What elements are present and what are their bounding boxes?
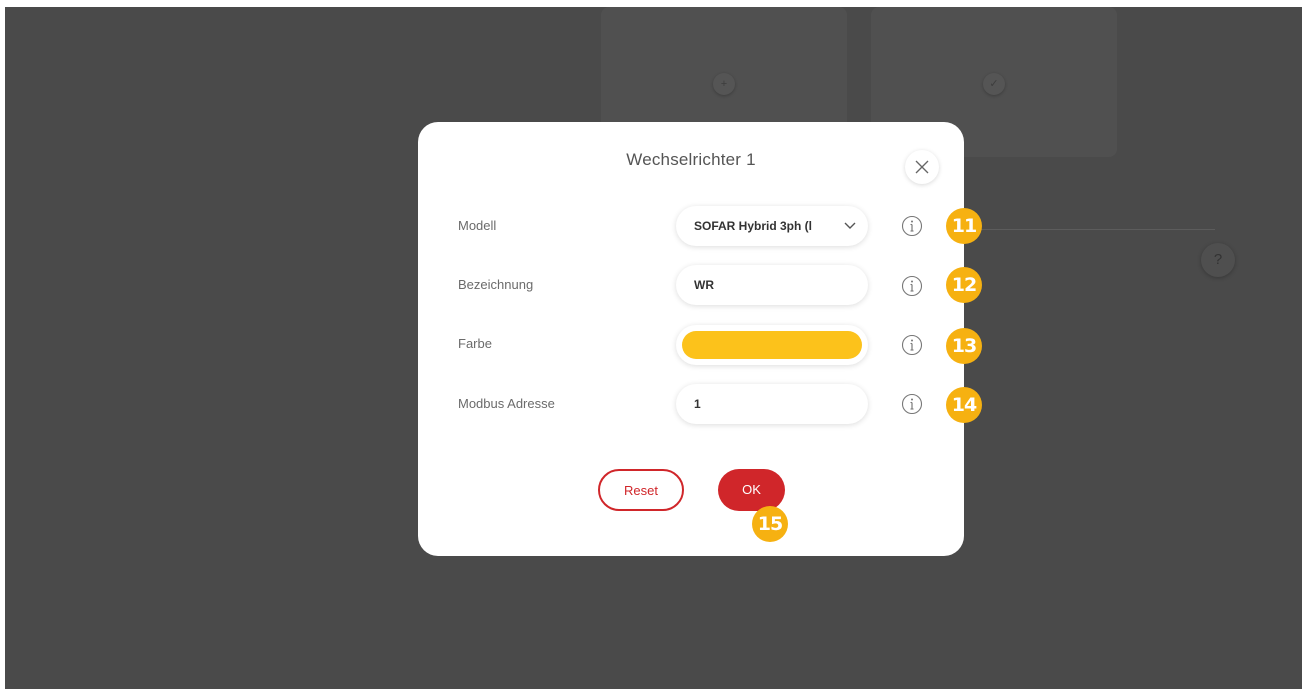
close-button[interactable] [905,150,939,184]
modell-value: SOFAR Hybrid 3ph (l [694,219,813,233]
info-icon[interactable] [901,275,923,297]
close-icon [915,160,929,174]
info-icon[interactable] [901,393,923,415]
background-card-icon: ✓ [983,73,1005,95]
modell-select[interactable]: SOFAR Hybrid 3ph (l [676,206,868,246]
step-badge: 13 [946,328,982,364]
bezeichnung-input[interactable]: WR [676,265,868,305]
modbus-address-input[interactable]: 1 [676,384,868,424]
background-card-icon: + [713,73,735,95]
color-picker[interactable] [676,325,868,365]
help-button: ? [1201,243,1235,277]
chevron-down-icon [844,222,856,229]
step-badge: 12 [946,267,982,303]
farbe-label: Farbe [458,336,492,351]
dialog-title: Wechselrichter 1 [626,150,756,169]
modbus-label: Modbus Adresse [458,396,555,411]
ok-button[interactable]: OK [718,469,785,511]
bezeichnung-label: Bezeichnung [458,277,534,292]
step-badge: 14 [946,387,982,423]
step-badge: 15 [752,506,788,542]
reset-button[interactable]: Reset [598,469,684,511]
step-badge: 11 [946,208,982,244]
info-icon[interactable] [901,215,923,237]
bezeichnung-value: WR [694,278,714,292]
modell-label: Modell [458,218,497,233]
inverter-dialog: Wechselrichter 1 Modell SOFAR Hybrid 3ph… [418,122,982,556]
color-swatch [682,331,862,359]
modbus-address-value: 1 [694,397,701,411]
info-icon[interactable] [901,334,923,356]
background-divider [965,229,1215,230]
